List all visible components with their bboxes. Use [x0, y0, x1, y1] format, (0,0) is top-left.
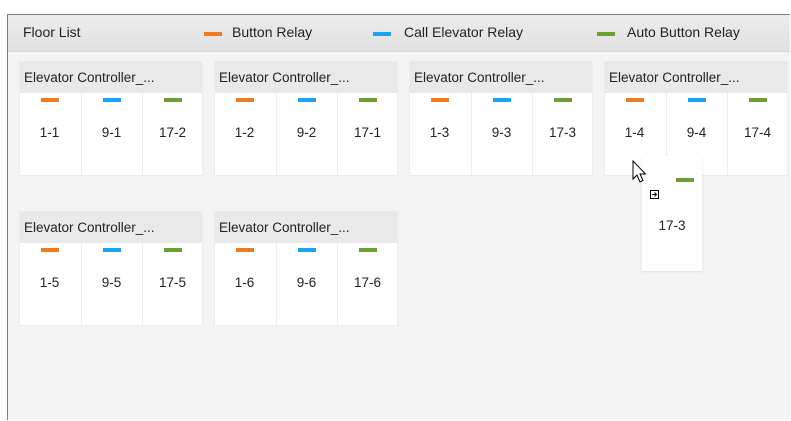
floor-cell[interactable]: 1-1	[20, 93, 79, 175]
elevator-controller-card[interactable]: Elevator Controller_... 1-6 9-6 17-6	[215, 212, 397, 325]
button-relay-legend-label: Button Relay	[232, 24, 313, 40]
call-elevator-relay-marker	[298, 248, 316, 252]
floor-cell[interactable]: 9-3	[471, 93, 531, 175]
floor-list-title: Floor List	[23, 24, 81, 40]
auto-button-relay-legend-label: Auto Button Relay	[627, 24, 740, 40]
floor-cell[interactable]: 1-5	[20, 243, 79, 325]
floor-label: 1-3	[429, 125, 450, 140]
controller-title: Elevator Controller_...	[410, 62, 592, 93]
floor-label: 17-5	[158, 275, 187, 290]
call-elevator-relay-legend-swatch	[373, 32, 391, 36]
floor-label: 17-2	[158, 125, 187, 140]
button-relay-marker	[236, 248, 254, 252]
floor-cell[interactable]: 17-4	[727, 93, 787, 175]
auto-button-relay-marker	[676, 178, 694, 182]
button-relay-marker	[236, 98, 254, 102]
call-elevator-relay-marker	[103, 98, 121, 102]
call-elevator-relay-marker	[103, 248, 121, 252]
floor-label: 9-4	[686, 125, 707, 140]
mouse-pointer-icon	[632, 160, 659, 199]
floor-cell[interactable]: 1-3	[410, 93, 469, 175]
floor-cell[interactable]: 9-5	[81, 243, 141, 325]
call-elevator-relay-legend-label: Call Elevator Relay	[404, 24, 524, 40]
floor-label: 9-5	[101, 275, 122, 290]
floor-label: 1-6	[234, 275, 255, 290]
floor-label: 17-6	[353, 275, 382, 290]
controller-title: Elevator Controller_...	[20, 62, 202, 93]
floor-label: 1-5	[39, 275, 60, 290]
floor-cell[interactable]: 17-5	[142, 243, 202, 325]
floor-cell[interactable]: 17-1	[337, 93, 397, 175]
auto-button-relay-marker	[164, 98, 182, 102]
floor-label: 9-1	[101, 125, 122, 140]
auto-button-relay-marker	[359, 248, 377, 252]
button-relay-marker	[41, 98, 59, 102]
controller-title: Elevator Controller_...	[605, 62, 787, 93]
floor-label: 9-2	[296, 125, 317, 140]
button-relay-marker	[41, 248, 59, 252]
auto-button-relay-marker	[554, 98, 572, 102]
auto-button-relay-legend-swatch	[597, 32, 615, 36]
floor-cell[interactable]: 9-1	[81, 93, 141, 175]
floor-cell[interactable]: 1-6	[215, 243, 274, 325]
floor-label: 1-1	[39, 125, 60, 140]
floor-label: 1-4	[624, 125, 645, 140]
floor-label: 9-6	[296, 275, 317, 290]
floor-cell[interactable]: 1-2	[215, 93, 274, 175]
elevator-controller-card[interactable]: Elevator Controller_... 1-3 9-3 17-3	[410, 62, 592, 175]
controller-title: Elevator Controller_...	[215, 62, 397, 93]
floor-cell[interactable]: 17-6	[337, 243, 397, 325]
auto-button-relay-marker	[359, 98, 377, 102]
floor-cell[interactable]: 17-2	[142, 93, 202, 175]
floor-list-header: Floor List Button Relay Call Elevator Re…	[8, 15, 790, 52]
floor-cell[interactable]: 17-3	[532, 93, 592, 175]
floor-label: 17-4	[743, 125, 772, 140]
floor-label: 17-3	[548, 125, 577, 140]
elevator-controller-card[interactable]: Elevator Controller_... 1-5 9-5 17-5	[20, 212, 202, 325]
button-relay-marker	[626, 98, 644, 102]
controller-title: Elevator Controller_...	[20, 212, 202, 243]
floor-cell[interactable]: 9-6	[276, 243, 336, 325]
floor-label: 9-3	[491, 125, 512, 140]
auto-button-relay-marker	[164, 248, 182, 252]
elevator-controller-card[interactable]: Elevator Controller_... 1-2 9-2 17-1	[215, 62, 397, 175]
floor-label: 17-1	[353, 125, 382, 140]
button-relay-marker	[431, 98, 449, 102]
floor-label: 1-2	[234, 125, 255, 140]
controller-title: Elevator Controller_...	[215, 212, 397, 243]
floor-cell[interactable]: 9-2	[276, 93, 336, 175]
call-elevator-relay-marker	[688, 98, 706, 102]
auto-button-relay-marker	[749, 98, 767, 102]
elevator-controller-card[interactable]: Elevator Controller_... 1-1 9-1 17-2	[20, 62, 202, 175]
button-relay-legend-swatch	[204, 32, 222, 36]
drag-move-icon	[650, 190, 659, 199]
floor-label: 17-3	[658, 218, 686, 233]
call-elevator-relay-marker	[298, 98, 316, 102]
call-elevator-relay-marker	[493, 98, 511, 102]
